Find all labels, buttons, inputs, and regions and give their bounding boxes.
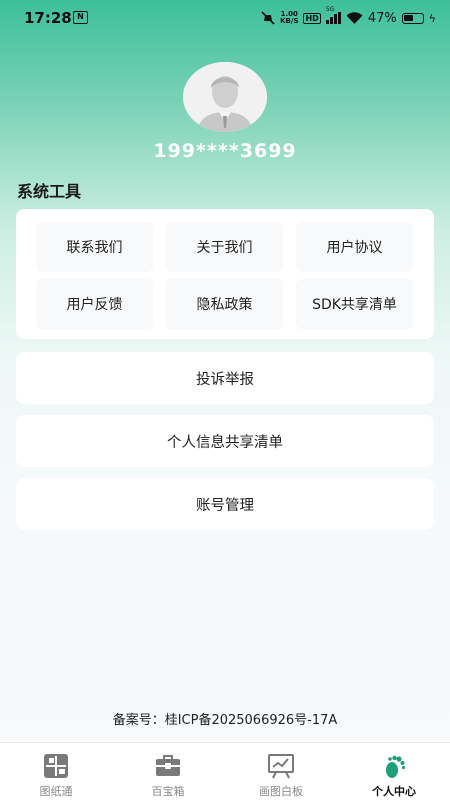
- user-phone-number: 199****3699: [153, 140, 297, 162]
- tab-label: 图纸通: [39, 785, 73, 798]
- bottom-tab-bar: 图纸通 百宝箱 画图白板 个人中心: [0, 742, 450, 800]
- cellular-signal-icon: 5G: [325, 6, 341, 24]
- tab-toolbox[interactable]: 百宝箱: [112, 743, 224, 800]
- status-time: 17:28: [24, 9, 72, 27]
- signal-type-label: 5G: [325, 6, 335, 13]
- charging-icon: ϟ: [428, 11, 436, 25]
- footprint-icon: [386, 755, 406, 778]
- icp-record-number[interactable]: 备案号：桂ICP备2025066926号-17A: [0, 709, 450, 728]
- whiteboard-icon: [268, 754, 294, 779]
- status-indicators: 1.00 KB/S HD 5G 47% ϟ: [261, 6, 436, 27]
- user-silhouette-icon: [183, 62, 267, 132]
- silent-mode-icon: [261, 11, 275, 25]
- battery-icon: [401, 12, 424, 24]
- contact-us-button[interactable]: 联系我们: [36, 222, 153, 272]
- tab-blueprint[interactable]: 图纸通: [0, 743, 112, 800]
- tab-whiteboard[interactable]: 画图白板: [225, 743, 337, 800]
- personal-info-sharing-list-button[interactable]: 个人信息共享清单: [16, 415, 434, 467]
- wifi-icon: [346, 11, 363, 24]
- tab-label: 个人中心: [372, 785, 416, 798]
- network-speed-unit: KB/S: [280, 17, 299, 25]
- sdk-sharing-list-button[interactable]: SDK共享清单: [296, 279, 413, 329]
- notification-icon: N: [73, 11, 88, 24]
- privacy-policy-button[interactable]: 隐私政策: [166, 279, 283, 329]
- tab-personal-center[interactable]: 个人中心: [338, 743, 450, 800]
- complaint-report-button[interactable]: 投诉举报: [16, 352, 434, 404]
- user-agreement-button[interactable]: 用户协议: [296, 222, 413, 272]
- network-speed: 1.00 KB/S: [280, 11, 298, 25]
- user-feedback-button[interactable]: 用户反馈: [36, 279, 153, 329]
- system-tools-card: 联系我们 关于我们 用户协议 用户反馈 隐私政策 SDK共享清单: [16, 209, 434, 339]
- hd-icon: HD: [303, 12, 321, 24]
- about-us-button[interactable]: 关于我们: [166, 222, 283, 272]
- account-management-button[interactable]: 账号管理: [16, 478, 434, 530]
- status-bar: 17:28 N 1.00 KB/S HD 5G 47% ϟ: [0, 0, 450, 36]
- blueprint-icon: [44, 754, 68, 778]
- tab-label: 百宝箱: [151, 785, 185, 798]
- battery-percent: 47%: [367, 10, 397, 26]
- toolbox-icon: [156, 755, 180, 776]
- tab-label: 画图白板: [259, 785, 303, 798]
- section-title-system-tools: 系统工具: [17, 182, 82, 201]
- avatar[interactable]: [183, 62, 267, 132]
